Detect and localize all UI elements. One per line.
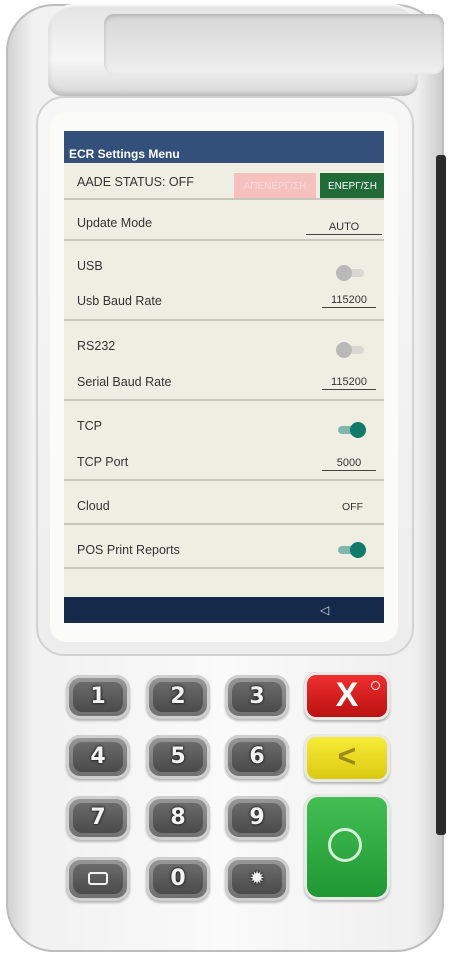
update-mode-label: Update Mode [77,216,153,230]
key-1[interactable]: 1 [66,675,130,719]
toggle-knob [336,342,352,358]
key-3[interactable]: 3 [225,675,289,719]
key-5[interactable]: 5 [146,735,210,779]
key-8[interactable]: 8 [146,796,210,840]
cloud-value[interactable]: OFF [342,501,363,513]
toggle-knob [336,265,352,281]
key-menu[interactable] [66,857,130,901]
gear-icon: ✹ [249,868,265,889]
tcp-toggle[interactable] [336,422,366,438]
update-mode-select[interactable]: AUTO [306,221,382,235]
ok-button[interactable] [304,794,390,900]
key-6[interactable]: 6 [225,735,289,779]
serial-baud-label: Serial Baud Rate [77,375,172,389]
usb-label: USB [77,259,103,273]
key-7[interactable]: 7 [66,796,130,840]
side-edge [436,155,446,835]
usb-baud-label: Usb Baud Rate [77,294,162,308]
divider [64,523,384,525]
menu-icon [88,872,108,885]
screen: ECR Settings Menu AADE STATUS: OFF ΑΠΕΝΕ… [64,131,384,623]
page-title: ECR Settings Menu [69,147,180,161]
nav-bar: ◁ [64,597,384,623]
tcp-port-field[interactable]: 5000 [322,457,376,471]
back-triangle-icon[interactable]: ◁ [320,603,329,617]
cloud-label: Cloud [77,499,110,513]
disable-button[interactable]: ΑΠΕΝΕΡΓ/ΣΗ [234,173,316,200]
cancel-button[interactable]: X [304,672,390,720]
divider [64,567,384,569]
enable-button[interactable]: ΕΝΕΡΓ/ΣΗ [320,173,384,200]
paper-slot [104,14,444,74]
rs232-toggle[interactable] [336,342,366,358]
serial-baud-field[interactable]: 115200 [322,376,376,390]
chevron-left-icon: < [337,738,357,774]
title-bar: ECR Settings Menu [64,131,384,163]
aade-status-label: AADE STATUS: OFF [77,175,194,189]
usb-baud-field[interactable]: 115200 [322,294,376,308]
backspace-button[interactable]: < [304,734,390,782]
toggle-knob [350,422,366,438]
key-4[interactable]: 4 [66,735,130,779]
key-9[interactable]: 9 [225,796,289,840]
rs232-label: RS232 [77,339,116,353]
divider [64,319,384,321]
tcp-port-label: TCP Port [77,455,129,469]
key-0[interactable]: 0 [146,857,210,901]
tcp-label: TCP [77,419,102,433]
usb-toggle[interactable] [336,265,366,281]
divider [64,399,384,401]
key-2[interactable]: 2 [146,675,210,719]
divider [64,198,384,200]
pos-print-toggle[interactable] [336,542,366,558]
divider [64,239,384,241]
toggle-knob [350,542,366,558]
circle-icon [328,828,362,862]
pos-print-label: POS Print Reports [77,543,180,557]
divider [64,479,384,481]
printer-cover [48,4,444,96]
key-settings[interactable]: ✹ [225,857,289,901]
indicator-dot [371,681,380,690]
